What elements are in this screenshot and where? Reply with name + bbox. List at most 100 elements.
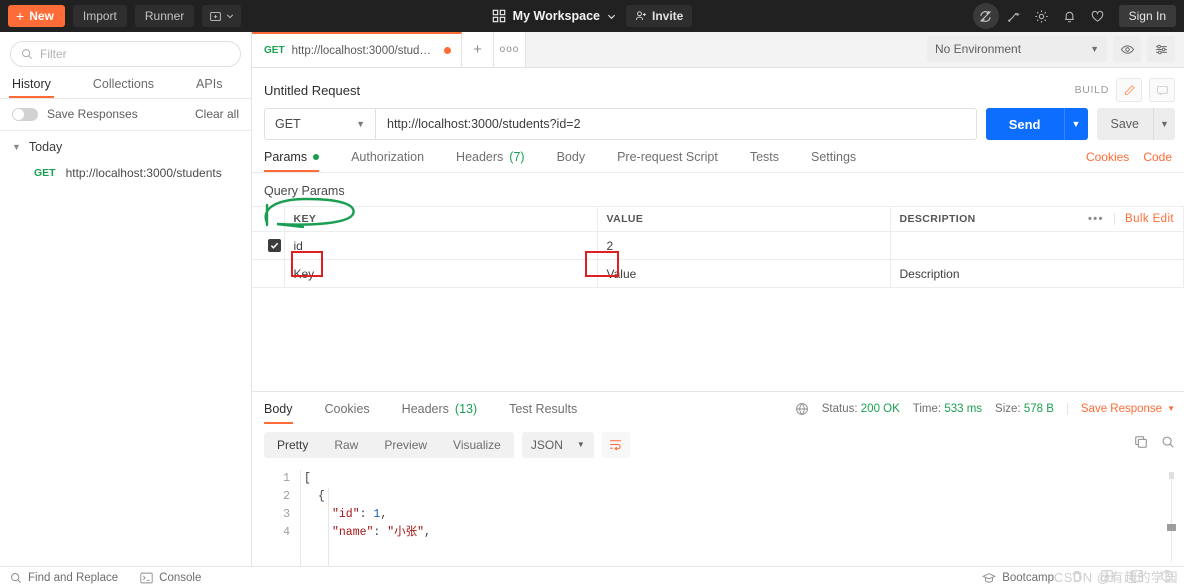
new-tab-button[interactable]: + (462, 32, 494, 67)
new-button[interactable]: + New (8, 5, 65, 27)
history-group-today[interactable]: ▼ Today (0, 131, 251, 161)
method-select[interactable]: GET ▼ (264, 108, 376, 140)
tab-headers[interactable]: Headers (7) (456, 150, 525, 172)
response-tabs: Body Cookies Headers (13) Test Results (264, 402, 609, 424)
send-label: Send (1009, 117, 1041, 132)
save-response-button[interactable]: Save Response ▼ (1067, 403, 1175, 415)
row-key-cell[interactable]: id (284, 232, 597, 260)
wrap-lines-icon[interactable] (602, 432, 630, 458)
save-label: Save (1111, 117, 1140, 131)
response-language-select[interactable]: JSON ▼ (522, 432, 594, 458)
save-request-button[interactable]: Save (1097, 108, 1154, 140)
scrollbar-thumb[interactable] (1167, 524, 1176, 531)
response-headers-count: (13) (455, 402, 477, 416)
request-tabs: Params Authorization Headers (7) Body Pr… (252, 140, 1184, 173)
row-checkbox[interactable] (268, 239, 281, 252)
bell-icon[interactable] (1057, 3, 1083, 29)
tab-settings[interactable]: Settings (811, 150, 856, 172)
cookies-link[interactable]: Cookies (1086, 150, 1129, 164)
copy-icon[interactable] (1134, 435, 1148, 454)
view-raw[interactable]: Raw (321, 432, 371, 458)
response-tab-test-results[interactable]: Test Results (509, 402, 577, 424)
environment-select[interactable]: No Environment ▼ (927, 36, 1107, 62)
new-button-label: New (29, 9, 54, 23)
eye-icon[interactable] (1113, 36, 1141, 62)
find-and-replace-button[interactable]: Find and Replace (10, 572, 118, 584)
grid-view-icon[interactable] (1100, 569, 1114, 586)
response-tab-headers[interactable]: Headers (13) (402, 402, 477, 424)
view-pretty[interactable]: Pretty (264, 432, 321, 458)
code-token: , (424, 526, 431, 539)
response-format-row: Pretty Raw Preview Visualize JSON ▼ (252, 424, 1184, 464)
url-row: GET ▼ http://localhost:3000/students?id=… (252, 108, 1184, 140)
request-title-row: Untitled Request BUILD (252, 68, 1184, 108)
broadcast-icon[interactable] (1001, 3, 1027, 29)
send-button[interactable]: Send (986, 108, 1064, 140)
placeholder-checkbox-cell (252, 260, 284, 288)
tab-authorization[interactable]: Authorization (351, 150, 424, 172)
row-description-cell[interactable] (890, 232, 1184, 260)
heart-icon[interactable] (1085, 3, 1111, 29)
help-icon[interactable] (1160, 569, 1174, 586)
request-tab[interactable]: GET http://localhost:3000/students?... (252, 32, 462, 67)
gear-icon[interactable] (1029, 3, 1055, 29)
save-responses-toggle[interactable] (12, 108, 38, 121)
workspace-switcher[interactable]: My Workspace (492, 9, 616, 23)
code-line: [ (304, 470, 431, 488)
response-body[interactable]: 1 2 3 4 [{"id": 1,"name": "小张", (252, 464, 1184, 567)
sidebar-tab-history[interactable]: History (12, 74, 51, 98)
response-tab-cookies[interactable]: Cookies (325, 402, 370, 424)
two-pane-icon[interactable] (1130, 569, 1144, 586)
send-options-button[interactable]: ▼ (1064, 108, 1088, 140)
save-options-button[interactable]: ▼ (1153, 108, 1175, 140)
sliders-icon[interactable] (1147, 36, 1175, 62)
workspace: Filter History Collections APIs Save Res… (0, 32, 1184, 566)
sign-in-button[interactable]: Sign In (1119, 5, 1176, 27)
clear-all-button[interactable]: Clear all (195, 107, 239, 121)
comment-icon[interactable] (1149, 78, 1175, 102)
response-tab-body[interactable]: Body (264, 402, 293, 424)
view-preview[interactable]: Preview (371, 432, 440, 458)
search-input[interactable]: Filter (10, 41, 241, 67)
sync-off-icon[interactable] (973, 3, 999, 29)
tab-tests[interactable]: Tests (750, 150, 779, 172)
code-token: : (373, 526, 387, 539)
sidebar-tab-collections[interactable]: Collections (93, 74, 154, 98)
placeholder-description-cell[interactable]: Description (890, 260, 1184, 288)
send-group: Send ▼ (986, 108, 1088, 140)
tab-body[interactable]: Body (557, 150, 586, 172)
list-item[interactable]: GET http://localhost:3000/students (0, 161, 251, 185)
console-button[interactable]: Console (140, 572, 201, 584)
trash-icon[interactable] (1070, 569, 1084, 586)
runner-button[interactable]: Runner (135, 5, 194, 27)
unsaved-dot-icon (444, 47, 451, 54)
sidebar-tab-apis[interactable]: APIs (196, 74, 222, 98)
open-new-window-button[interactable] (202, 5, 241, 27)
chevron-down-icon (226, 12, 234, 20)
search-icon[interactable] (1161, 435, 1175, 454)
check-icon (270, 241, 279, 250)
view-visualize[interactable]: Visualize (440, 432, 514, 458)
row-value-cell[interactable]: 2 (597, 232, 890, 260)
new-window-icon (209, 10, 222, 23)
chevron-down-icon: ▼ (1160, 119, 1169, 129)
status-badge: 200 OK (861, 403, 900, 415)
url-input[interactable]: http://localhost:3000/students?id=2 (376, 108, 977, 140)
invite-button[interactable]: Invite (626, 5, 692, 27)
time-group: Time: 533 ms (913, 403, 982, 415)
bulk-edit-button[interactable]: Bulk Edit (1114, 213, 1174, 225)
code-link[interactable]: Code (1143, 150, 1172, 164)
method-value: GET (275, 117, 301, 131)
import-button[interactable]: Import (73, 5, 127, 27)
edit-pencil-icon[interactable] (1116, 78, 1142, 102)
table-options-icon[interactable]: ••• (1088, 213, 1104, 225)
bootcamp-button[interactable]: Bootcamp (982, 572, 1054, 584)
tab-pre-request-script[interactable]: Pre-request Script (617, 150, 718, 172)
table-row: id 2 (252, 232, 1184, 260)
code-token: : (360, 508, 374, 521)
placeholder-value-cell[interactable]: Value (597, 260, 890, 288)
tab-params[interactable]: Params (264, 150, 319, 172)
response-scrollbar[interactable] (1167, 472, 1176, 563)
tab-options-button[interactable]: ooo (494, 32, 526, 67)
placeholder-key-cell[interactable]: Key (284, 260, 597, 288)
